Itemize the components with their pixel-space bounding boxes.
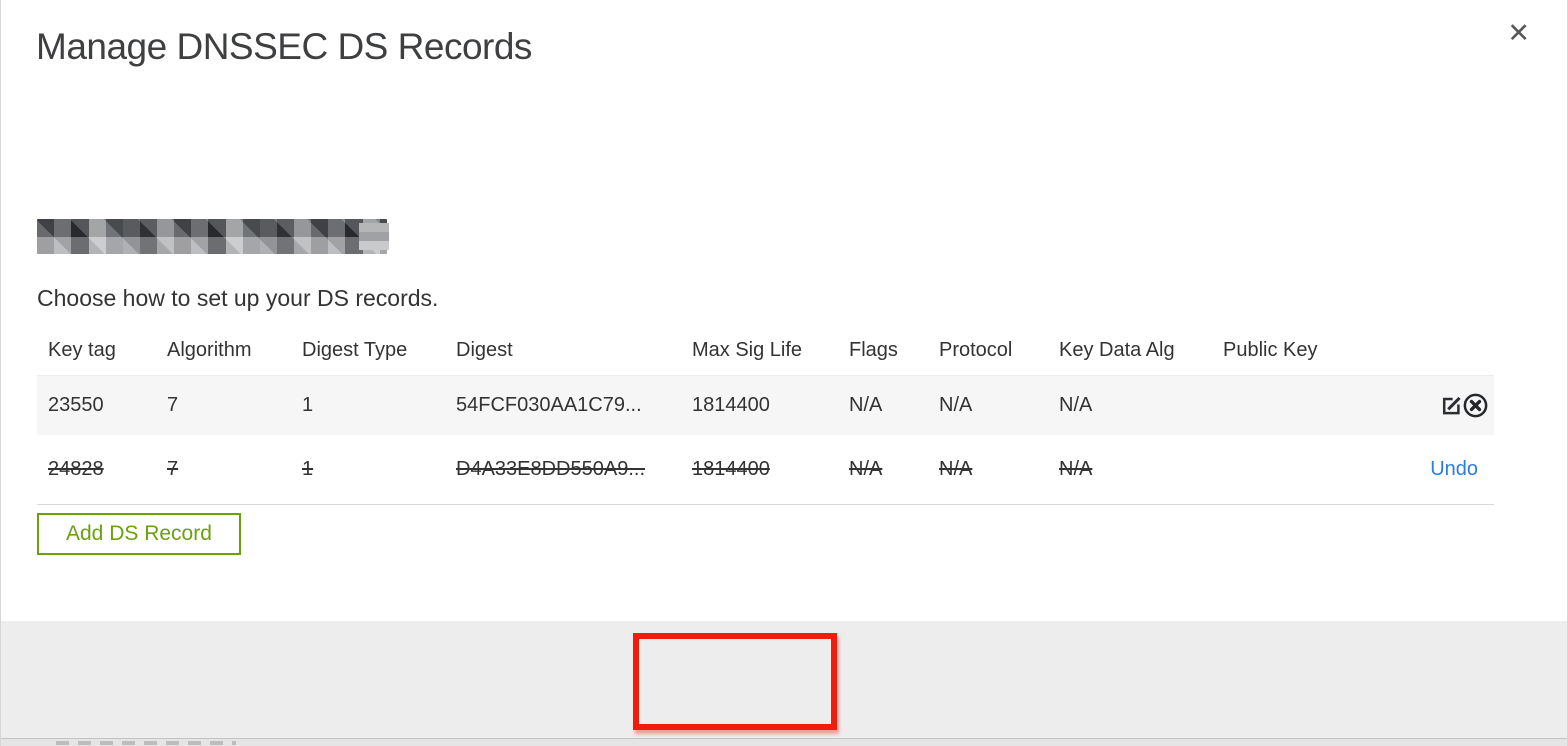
add-ds-record-button[interactable]: Add DS Record xyxy=(37,513,241,556)
instruction-text: Choose how to set up your DS records. xyxy=(37,285,439,311)
undo-link[interactable]: Undo xyxy=(1430,458,1488,480)
cell-flags: N/A xyxy=(849,393,883,416)
page-bottom-edge xyxy=(1,738,1567,746)
cell-algorithm: 7 xyxy=(167,457,179,480)
cell-key-tag: 23550 xyxy=(48,393,104,416)
cell-key-tag: 24828 xyxy=(48,457,104,480)
cell-digest-type: 1 xyxy=(302,457,314,480)
cell-key-data-alg: N/A xyxy=(1059,457,1093,480)
cell-digest: 54FCF030AA1C79... xyxy=(456,393,642,416)
col-digest-type: Digest Type xyxy=(302,339,408,361)
col-key-data-alg: Key Data Alg xyxy=(1059,339,1175,361)
dnssec-modal: Manage DNSSEC DS Records ✕ Choose how to… xyxy=(0,0,1568,746)
delete-icon[interactable] xyxy=(1463,393,1488,418)
col-algorithm: Algorithm xyxy=(167,339,252,361)
row-actions: Undo xyxy=(1362,435,1494,505)
cell-max-sig-life: 1814400 xyxy=(692,457,770,480)
cell-digest: D4A33E8DD550A9... xyxy=(456,457,646,480)
edit-icon[interactable] xyxy=(1440,394,1463,417)
background-page-fragment xyxy=(56,741,236,745)
col-max-sig-life: Max Sig Life xyxy=(692,339,803,361)
table-row: 23550 7 1 54FCF030AA1C79... 1814400 N/A … xyxy=(37,375,1494,435)
redacted-domain-name xyxy=(37,219,389,254)
cell-digest-type: 1 xyxy=(302,393,314,416)
cell-key-data-alg: N/A xyxy=(1059,393,1093,416)
col-digest: Digest xyxy=(456,339,513,361)
col-protocol: Protocol xyxy=(939,339,1013,361)
modal-footer: Save Cancel xyxy=(1,621,1567,738)
cell-public-key xyxy=(1212,376,1362,435)
cell-algorithm: 7 xyxy=(167,393,179,416)
row-actions xyxy=(1362,376,1494,435)
page-title: Manage DNSSEC DS Records xyxy=(36,26,532,67)
cell-max-sig-life: 1814400 xyxy=(692,393,770,416)
col-public-key: Public Key xyxy=(1223,339,1318,361)
table-header-row: Key tag Algorithm Digest Type Digest Max… xyxy=(37,330,1494,376)
close-icon[interactable]: ✕ xyxy=(1507,20,1530,47)
col-flags: Flags xyxy=(849,339,898,361)
col-key-tag: Key tag xyxy=(48,339,116,361)
cell-public-key xyxy=(1212,435,1362,505)
table-row-deleted: 24828 7 1 D4A33E8DD550A9... 1814400 N/A … xyxy=(37,434,1494,505)
cell-protocol: N/A xyxy=(939,457,973,480)
cell-flags: N/A xyxy=(849,457,883,480)
ds-records-table: Key tag Algorithm Digest Type Digest Max… xyxy=(37,330,1494,505)
cell-protocol: N/A xyxy=(939,393,973,416)
col-actions xyxy=(1362,330,1494,376)
